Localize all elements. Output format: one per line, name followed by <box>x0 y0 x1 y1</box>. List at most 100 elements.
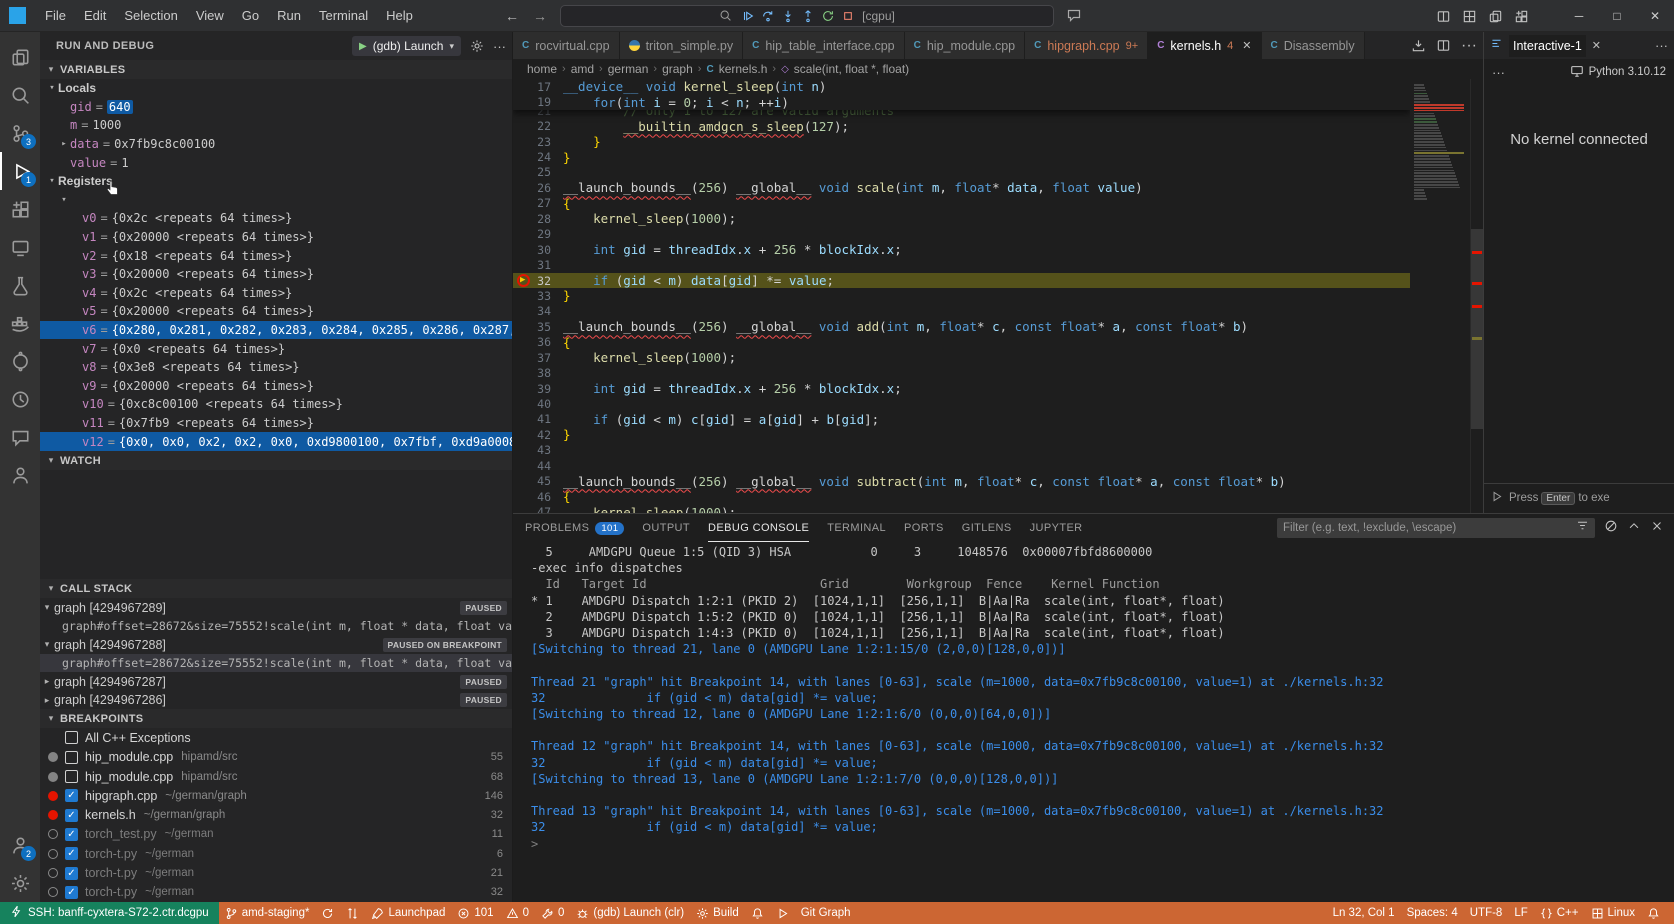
editor-gutter[interactable]: 27 <box>513 196 563 210</box>
panel-tab-problems[interactable]: PROBLEMS101 <box>525 514 624 542</box>
breakpoint-checkbox[interactable]: ✓ <box>65 886 78 899</box>
status-ln-32-col-1[interactable]: Ln 32, Col 1 <box>1327 907 1401 919</box>
breadcrumb[interactable]: home›amd›german›graph›Ckernels.h›◇scale(… <box>513 59 1483 79</box>
menu-view[interactable]: View <box>187 1 233 31</box>
code-line[interactable]: 33} <box>513 288 1410 303</box>
activity-settings[interactable] <box>0 864 40 902</box>
menu-file[interactable]: File <box>36 1 75 31</box>
editor-gutter[interactable]: 34 <box>513 304 563 318</box>
call-stack-session-row[interactable]: ▾graph [4294967288]PAUSED ON BREAKPOINT <box>40 635 512 654</box>
panel-tab-terminal[interactable]: TERMINAL <box>827 514 886 542</box>
activity-chat[interactable] <box>0 418 40 456</box>
variable-row[interactable]: v2={0x18 <repeats 64 times>} <box>40 246 512 265</box>
tab-triton-simple-py[interactable]: triton_simple.py <box>620 32 744 59</box>
code-line[interactable]: 35__launch_bounds__(256) __global__ void… <box>513 319 1410 334</box>
variable-row[interactable]: v0={0x2c <repeats 64 times>} <box>40 209 512 228</box>
activity-run-and-debug[interactable]: 1 <box>0 152 40 190</box>
code-line[interactable]: 23 } <box>513 134 1410 149</box>
editor-gutter[interactable]: 35 <box>513 320 563 334</box>
variable-row[interactable]: v7={0x0 <repeats 64 times>} <box>40 339 512 358</box>
close-window-icon[interactable]: ✕ <box>1636 0 1674 32</box>
code-line[interactable]: 28 kernel_sleep(1000); <box>513 211 1410 226</box>
panel-tab-debug-console[interactable]: DEBUG CONSOLE <box>708 514 809 542</box>
breadcrumb-item[interactable]: home <box>527 62 557 76</box>
debug-continue-icon[interactable] <box>741 9 755 23</box>
copilot-icon[interactable] <box>1066 7 1084 25</box>
status-linux[interactable]: Linux <box>1585 907 1642 920</box>
code-line[interactable]: 46{ <box>513 489 1410 504</box>
console-filter-input[interactable] <box>1277 518 1595 538</box>
editor-gutter[interactable]: 24 <box>513 150 563 164</box>
activity-search[interactable] <box>0 76 40 114</box>
code-line[interactable]: ▶32 if (gid < m) data[gid] *= value; <box>513 273 1410 288</box>
variable-row[interactable]: v3={0x20000 <repeats 64 times>} <box>40 265 512 284</box>
editor-scrollbar[interactable] <box>1470 79 1483 513</box>
menu-go[interactable]: Go <box>233 1 268 31</box>
debug-stop-icon[interactable] <box>841 9 855 23</box>
variable-row[interactable]: v11={0x7fb9 <repeats 64 times>} <box>40 414 512 433</box>
status-bell[interactable] <box>1641 907 1666 920</box>
breakpoint-row[interactable]: All C++ Exceptions <box>40 728 512 747</box>
activity-remote-explorer[interactable] <box>0 228 40 266</box>
tab-hip-table-interface-cpp[interactable]: Chip_table_interface.cpp <box>743 32 905 59</box>
code-line[interactable]: 27{ <box>513 196 1410 211</box>
code-line[interactable]: 47 kernel_sleep(1000); <box>513 504 1410 513</box>
activity-jupyter[interactable] <box>0 342 40 380</box>
call-stack-session-row[interactable]: ▸graph [4294967287]PAUSED <box>40 672 512 691</box>
call-stack-section-header[interactable]: ▾ CALL STACK <box>40 579 512 598</box>
status-utf-8[interactable]: UTF-8 <box>1464 907 1509 919</box>
status-c-[interactable]: C++ <box>1534 907 1585 920</box>
maximize-panel-icon[interactable] <box>1627 519 1641 538</box>
breadcrumb-symbol[interactable]: scale(int, float *, float) <box>794 62 909 76</box>
breakpoint-row[interactable]: ✓torch_test.py~/german11 <box>40 825 512 844</box>
variables-section-header[interactable]: ▾ VARIABLES <box>40 60 512 79</box>
more-actions-icon[interactable]: ··· <box>493 39 506 54</box>
status-101[interactable]: 101 <box>451 907 499 920</box>
variable-row[interactable]: v12={0x0, 0x0, 0x2, 0x2, 0x0, 0xd9800100… <box>40 432 512 451</box>
call-stack-frame-row[interactable]: graph#offset=28672&size=75552!scale(int … <box>40 654 512 673</box>
panel-tab-jupyter[interactable]: JUPYTER <box>1030 514 1083 542</box>
sticky-line[interactable]: 19 for(int i = 0; i < n; ++i) <box>513 94 1410 109</box>
code-line[interactable]: 40 <box>513 396 1410 411</box>
status-build[interactable]: Build <box>690 907 745 920</box>
editor-gutter[interactable]: 25 <box>513 165 563 179</box>
debug-restart-icon[interactable] <box>821 9 835 23</box>
breakpoint-row[interactable]: ✓torch-t.py~/german32 <box>40 883 512 902</box>
status-lf[interactable]: LF <box>1508 907 1533 919</box>
call-stack-session-row[interactable]: ▾graph [4294967289]PAUSED <box>40 598 512 617</box>
variable-row[interactable]: v5={0x20000 <repeats 64 times>} <box>40 302 512 321</box>
watch-section-header[interactable]: ▾ WATCH <box>40 451 512 470</box>
breakpoint-row[interactable]: ✓hipgraph.cpp~/german/graph146 <box>40 786 512 805</box>
status-0[interactable]: 0 <box>535 907 570 920</box>
code-line[interactable]: 37 kernel_sleep(1000); <box>513 350 1410 365</box>
breakpoint-checkbox[interactable]: ✓ <box>65 809 78 822</box>
code-line[interactable]: 42} <box>513 427 1410 442</box>
code-line[interactable]: 26__launch_bounds__(256) __global__ void… <box>513 180 1410 195</box>
activity-accounts[interactable]: 2 <box>0 826 40 864</box>
variable-row[interactable]: m=1000 <box>40 116 512 135</box>
breakpoint-checkbox[interactable] <box>65 731 78 744</box>
variable-row[interactable]: ▾Locals <box>40 79 512 98</box>
filter-input[interactable] <box>1283 522 1576 534</box>
breadcrumb-item[interactable]: german <box>608 62 649 76</box>
editor-gutter[interactable]: 26 <box>513 181 563 195</box>
activity-gitlens[interactable] <box>0 380 40 418</box>
breadcrumb-file[interactable]: kernels.h <box>719 62 768 76</box>
code-line[interactable]: 38 <box>513 365 1410 380</box>
tab-kernels-h[interactable]: Ckernels.h4✕ <box>1148 32 1261 59</box>
code-line[interactable]: 43 <box>513 443 1410 458</box>
remote-indicator[interactable]: SSH: banff-cyxtera-S72-2.ctr.dcgpu <box>0 902 219 924</box>
more-actions-icon[interactable]: ··· <box>1492 65 1505 80</box>
editor-gutter[interactable]: 33 <box>513 289 563 303</box>
code-line[interactable]: 29 <box>513 227 1410 242</box>
customize-layout-icon[interactable] <box>1508 0 1534 32</box>
activity-docker[interactable] <box>0 304 40 342</box>
editor-gutter[interactable]: 42 <box>513 428 563 442</box>
close-panel-icon[interactable] <box>1650 519 1664 538</box>
editor-gutter[interactable]: 29 <box>513 227 563 241</box>
code-line[interactable]: 36{ <box>513 335 1410 350</box>
clear-console-icon[interactable] <box>1604 519 1618 538</box>
debug-console-output[interactable]: 5 AMDGPU Queue 1:5 (QID 3) HSA 0 3 10485… <box>513 544 1674 902</box>
variable-row[interactable]: v6={0x280, 0x281, 0x282, 0x283, 0x284, 0… <box>40 321 512 340</box>
status-0[interactable]: 0 <box>500 907 535 920</box>
